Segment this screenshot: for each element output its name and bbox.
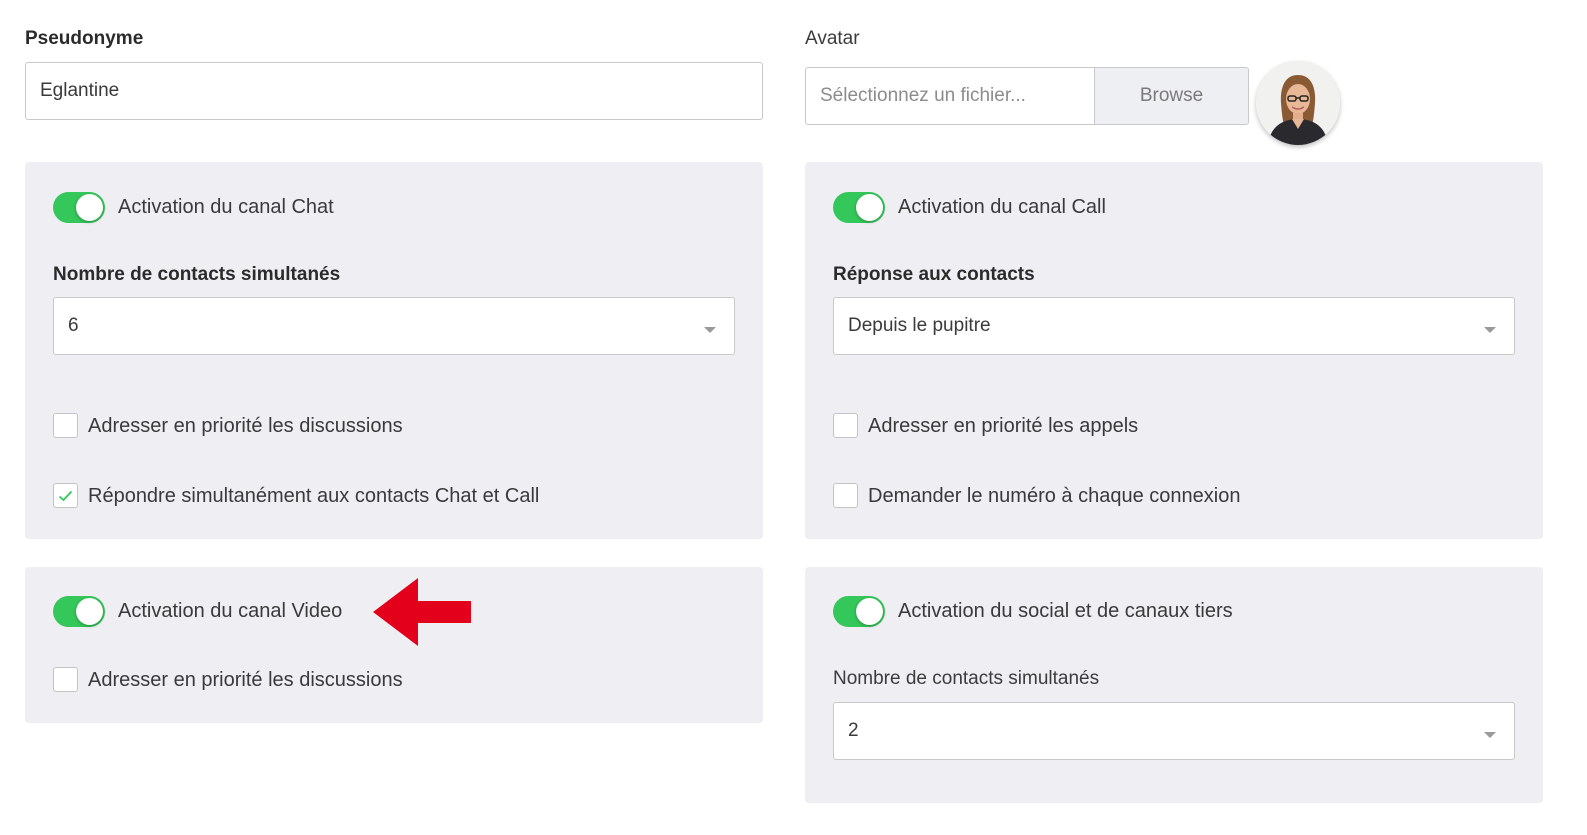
social-toggle-label: Activation du social et de canaux tiers — [898, 600, 1233, 622]
social-toggle[interactable] — [833, 596, 885, 627]
call-priority-checkbox[interactable] — [833, 413, 858, 438]
video-priority-label: Adresser en priorité les discussions — [88, 669, 403, 691]
call-response-label: Réponse aux contacts — [833, 264, 1035, 285]
chat-toggle-label: Activation du canal Chat — [118, 196, 334, 218]
call-ask-number-checkbox[interactable] — [833, 483, 858, 508]
avatar-label: Avatar — [805, 28, 860, 49]
browse-button[interactable]: Browse — [1094, 68, 1248, 124]
pseudonyme-input[interactable]: Eglantine — [25, 62, 763, 120]
chat-contacts-select[interactable]: 6 — [53, 297, 735, 355]
chat-simultaneous-checkbox[interactable] — [53, 483, 78, 508]
avatar-file-picker[interactable]: Sélectionnez un fichier... Browse — [805, 67, 1249, 125]
video-toggle-label: Activation du canal Video — [118, 600, 343, 622]
pseudonyme-label: Pseudonyme — [25, 28, 144, 49]
video-priority-checkbox[interactable] — [53, 667, 78, 692]
chat-toggle[interactable] — [53, 192, 105, 223]
chevron-down-icon — [1484, 327, 1496, 333]
social-contacts-select[interactable]: 2 — [833, 702, 1515, 760]
social-contacts-label: Nombre de contacts simultanés — [833, 668, 1100, 689]
video-toggle[interactable] — [53, 596, 105, 627]
chat-priority-label: Adresser en priorité les discussions — [88, 415, 403, 437]
avatar-file-input[interactable]: Sélectionnez un fichier... — [806, 68, 1094, 124]
red-arrow-icon — [373, 578, 471, 646]
call-response-value: Depuis le pupitre — [848, 315, 991, 336]
call-ask-number-label: Demander le numéro à chaque connexion — [868, 485, 1241, 507]
chat-simultaneous-label: Répondre simultanément aux contacts Chat… — [88, 485, 540, 507]
social-contacts-value: 2 — [848, 720, 859, 741]
chevron-down-icon — [704, 327, 716, 333]
call-response-select[interactable]: Depuis le pupitre — [833, 297, 1515, 355]
chat-priority-checkbox[interactable] — [53, 413, 78, 438]
chat-contacts-value: 6 — [68, 315, 79, 336]
check-icon — [58, 490, 73, 501]
call-priority-label: Adresser en priorité les appels — [868, 415, 1139, 437]
call-toggle-label: Activation du canal Call — [898, 196, 1106, 218]
call-toggle[interactable] — [833, 192, 885, 223]
chevron-down-icon — [1484, 732, 1496, 738]
avatar-image — [1256, 61, 1340, 145]
chat-contacts-label: Nombre de contacts simultanés — [53, 264, 341, 285]
